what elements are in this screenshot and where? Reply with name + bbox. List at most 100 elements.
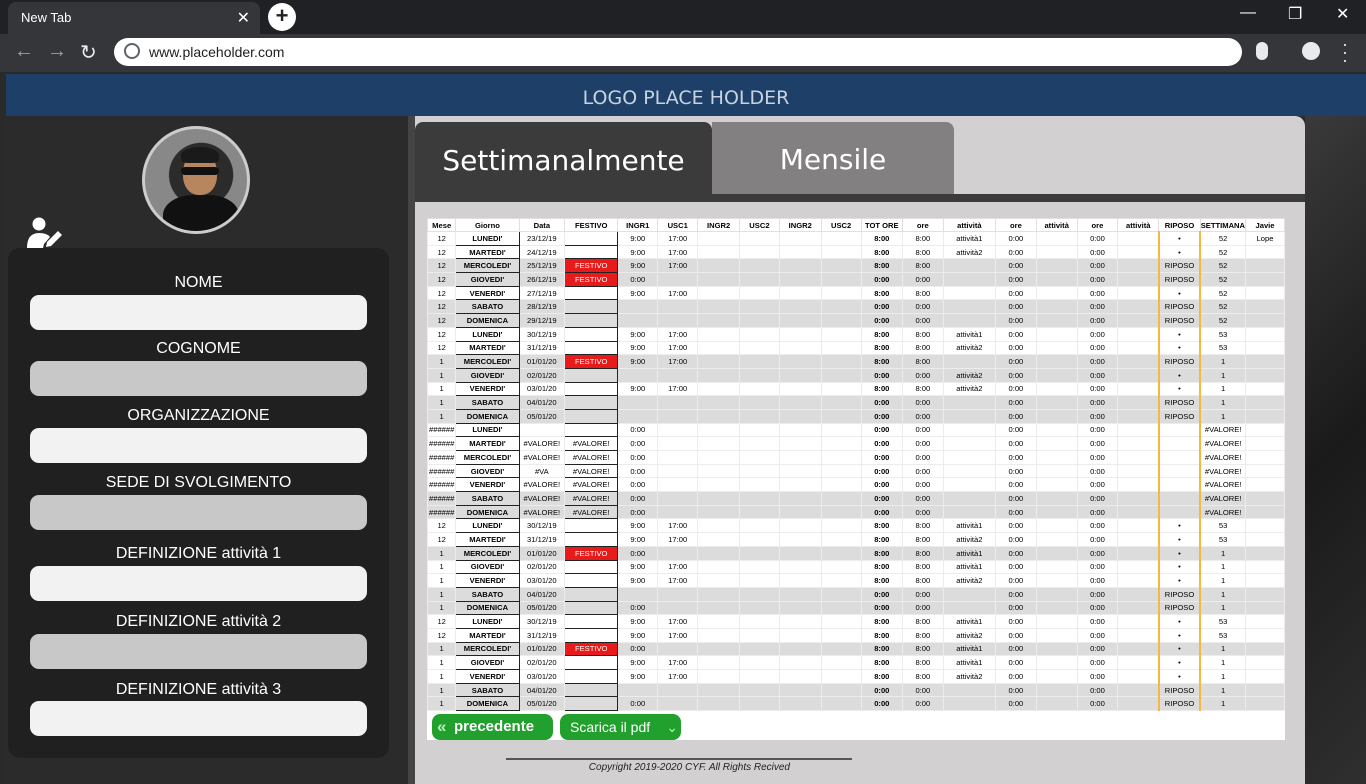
table-cell[interactable]: 0:00 <box>1076 504 1119 520</box>
table-cell[interactable]: 1 <box>1199 367 1247 383</box>
table-cell[interactable] <box>739 600 780 616</box>
table-cell[interactable] <box>820 299 862 315</box>
table-cell[interactable] <box>657 408 699 424</box>
table-cell[interactable]: 0:00 <box>617 600 659 616</box>
table-cell[interactable] <box>942 408 997 424</box>
table-cell[interactable] <box>697 545 741 561</box>
table-cell[interactable]: 8:00 <box>902 641 944 657</box>
table-cell[interactable] <box>820 244 862 260</box>
table-cell[interactable]: 0:00 <box>902 504 944 520</box>
table-cell[interactable] <box>1157 463 1202 479</box>
table-cell[interactable] <box>657 313 699 328</box>
table-cell[interactable] <box>820 450 862 465</box>
table-cell[interactable]: 03/01/20 <box>518 573 566 588</box>
table-cell[interactable]: 0:00 <box>1076 532 1119 547</box>
table-cell[interactable]: 0:00 <box>1076 285 1119 301</box>
table-cell[interactable] <box>657 395 699 410</box>
table-cell[interactable] <box>739 682 780 698</box>
table-cell[interactable]: 0:00 <box>1076 477 1119 493</box>
table-cell[interactable] <box>778 491 822 506</box>
table-cell[interactable]: 1 <box>427 545 457 561</box>
table-cell[interactable]: 1 <box>1199 600 1247 616</box>
table-cell[interactable]: 1 <box>427 408 457 424</box>
table-cell[interactable] <box>778 313 822 328</box>
table-cell[interactable] <box>820 381 862 397</box>
table-cell[interactable] <box>820 395 862 410</box>
table-cell[interactable] <box>697 669 741 684</box>
table-cell[interactable] <box>518 422 566 438</box>
table-cell[interactable]: attività1 <box>942 231 997 246</box>
table-cell[interactable] <box>564 627 619 643</box>
table-cell[interactable]: #VALORE! <box>564 436 619 451</box>
table-cell[interactable]: 0:00 <box>860 491 904 506</box>
table-cell[interactable]: attività1 <box>942 545 997 561</box>
table-cell[interactable] <box>739 463 780 479</box>
table-cell[interactable]: 0:00 <box>1076 655 1119 670</box>
table-cell[interactable]: 1 <box>427 395 457 410</box>
table-cell[interactable]: 8:00 <box>902 285 944 301</box>
table-cell[interactable]: RIPOSO <box>1157 682 1202 698</box>
table-cell[interactable] <box>1117 258 1160 274</box>
table-cell[interactable] <box>820 627 862 643</box>
table-cell[interactable] <box>942 504 997 520</box>
table-cell[interactable]: 12 <box>427 340 457 356</box>
table-cell[interactable] <box>1245 272 1285 287</box>
table-cell[interactable] <box>820 586 862 602</box>
table-cell[interactable]: 0:00 <box>995 272 1037 287</box>
table-cell[interactable]: 1 <box>427 381 457 397</box>
table-cell[interactable] <box>1035 367 1078 383</box>
table-cell[interactable]: 0:00 <box>995 532 1037 547</box>
table-cell[interactable] <box>1035 669 1078 684</box>
table-cell[interactable] <box>564 655 619 670</box>
table-cell[interactable] <box>697 641 741 657</box>
table-cell[interactable] <box>820 367 862 383</box>
table-cell[interactable] <box>564 326 619 342</box>
table-cell[interactable]: 8:00 <box>902 559 944 575</box>
table-cell[interactable]: 0:00 <box>1076 559 1119 575</box>
table-cell[interactable] <box>1117 559 1160 575</box>
table-cell[interactable]: 53 <box>1199 326 1247 342</box>
table-cell[interactable] <box>657 463 699 479</box>
table-cell[interactable]: 0:00 <box>902 600 944 616</box>
table-cell[interactable] <box>942 258 997 274</box>
table-cell[interactable] <box>1245 627 1285 643</box>
table-cell[interactable] <box>820 573 862 588</box>
table-cell[interactable] <box>1035 491 1078 506</box>
table-cell[interactable]: • <box>1157 231 1202 246</box>
table-cell[interactable] <box>1035 463 1078 479</box>
table-cell[interactable]: DOMENICA <box>455 696 520 712</box>
table-cell[interactable] <box>1035 313 1078 328</box>
table-cell[interactable]: SABATO <box>455 491 520 506</box>
table-cell[interactable] <box>942 477 997 493</box>
table-cell[interactable]: 0:00 <box>995 463 1037 479</box>
table-cell[interactable]: ###### <box>427 422 457 438</box>
table-cell[interactable] <box>778 504 822 520</box>
table-cell[interactable] <box>1117 231 1160 246</box>
table-cell[interactable]: 53 <box>1199 614 1247 629</box>
table-cell[interactable]: 0:00 <box>1076 326 1119 342</box>
table-cell[interactable]: VENERDI' <box>455 669 520 684</box>
table-cell[interactable]: ###### <box>427 436 457 451</box>
table-cell[interactable]: RIPOSO <box>1157 299 1202 315</box>
table-cell[interactable] <box>942 682 997 698</box>
table-cell[interactable] <box>820 477 862 493</box>
table-cell[interactable] <box>1035 354 1078 369</box>
table-cell[interactable] <box>1245 669 1285 684</box>
table-cell[interactable] <box>697 586 741 602</box>
table-cell[interactable]: 0:00 <box>1076 244 1119 260</box>
table-cell[interactable] <box>778 231 822 246</box>
table-cell[interactable] <box>942 354 997 369</box>
table-cell[interactable]: #VALORE! <box>518 491 566 506</box>
table-cell[interactable] <box>739 258 780 274</box>
table-cell[interactable]: 0:00 <box>902 491 944 506</box>
table-cell[interactable]: 27/12/19 <box>518 285 566 301</box>
table-cell[interactable]: 03/01/20 <box>518 669 566 684</box>
table-cell[interactable]: RIPOSO <box>1157 258 1202 274</box>
previous-button[interactable]: « precedente <box>432 714 553 740</box>
table-cell[interactable] <box>1117 326 1160 342</box>
table-cell[interactable]: DOMENICA <box>455 504 520 520</box>
table-cell[interactable] <box>820 655 862 670</box>
table-cell[interactable]: 0:00 <box>1076 408 1119 424</box>
table-cell[interactable] <box>739 231 780 246</box>
table-cell[interactable]: 0:00 <box>995 422 1037 438</box>
